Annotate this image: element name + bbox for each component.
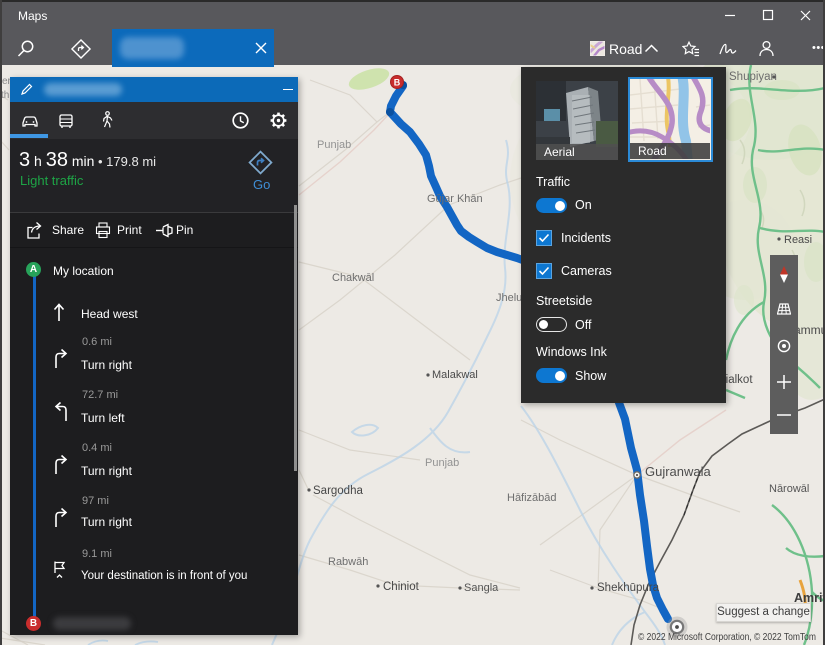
- svg-text:Reasi: Reasi: [784, 234, 812, 246]
- svg-text:Gūjar Khān: Gūjar Khān: [427, 193, 483, 205]
- svg-text:Shekhūpura: Shekhūpura: [597, 582, 660, 594]
- svg-text:Gujranwala: Gujranwala: [645, 464, 712, 479]
- svg-text:Nārowāl: Nārowāl: [769, 483, 809, 495]
- svg-text:Sangla: Sangla: [464, 582, 499, 594]
- svg-text:Chakwāl: Chakwāl: [332, 272, 374, 284]
- svg-text:Sargodha: Sargodha: [313, 485, 363, 497]
- svg-text:Hāfizābād: Hāfizābād: [507, 492, 557, 504]
- svg-text:Chiniot: Chiniot: [383, 581, 420, 593]
- svg-text:Malakwal: Malakwal: [432, 369, 478, 381]
- svg-text:Punjab: Punjab: [425, 457, 459, 469]
- svg-text:Shupiyan: Shupiyan: [729, 71, 777, 83]
- svg-text:th: th: [1, 90, 9, 101]
- svg-text:Punjab: Punjab: [317, 139, 351, 151]
- svg-text:B: B: [394, 78, 401, 88]
- svg-text:Rabwāh: Rabwāh: [328, 556, 368, 568]
- svg-text:© 2022 Microsoft Corporation,: © 2022 Microsoft Corporation, © 2022 Tom…: [638, 632, 816, 643]
